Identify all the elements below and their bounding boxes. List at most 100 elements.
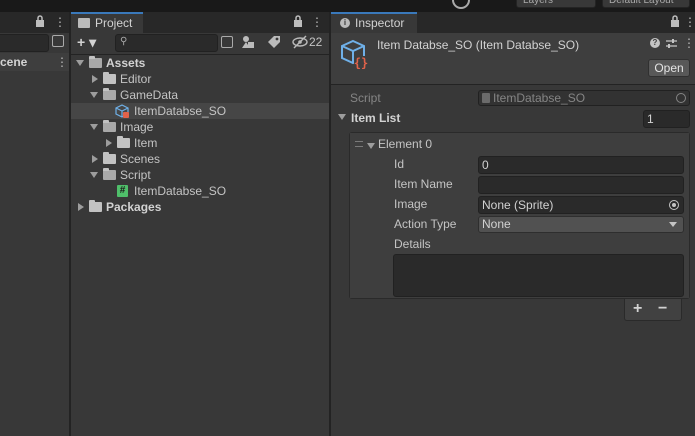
tree-item-gamedata[interactable]: GameData <box>71 87 329 103</box>
action-type-value: None <box>482 217 511 231</box>
expand-arrow-icon[interactable] <box>338 114 346 120</box>
script-field: ItemDatabse_SO <box>478 90 690 106</box>
expand-arrow-icon[interactable] <box>92 155 98 163</box>
scene-header-row[interactable]: cene ⋮ <box>0 53 69 71</box>
layout-dropdown[interactable]: Default Layout <box>602 0 690 8</box>
expand-arrow-icon[interactable] <box>90 92 98 98</box>
tree-item-packages[interactable]: Packages <box>71 199 329 215</box>
hidden-count: 22 <box>309 35 323 49</box>
object-picker-icon <box>676 93 686 103</box>
add-element-button[interactable]: + <box>633 299 642 319</box>
tree-item-script-file[interactable]: # ItemDatabse_SO <box>71 183 329 199</box>
search-options-icon[interactable] <box>52 35 64 47</box>
image-object-value: None (Sprite) <box>482 198 554 212</box>
folder-icon <box>103 88 116 100</box>
dropdown-arrow-icon <box>669 222 677 227</box>
tab-project-label: Project <box>95 16 133 30</box>
item-name-label: Item Name <box>394 177 453 191</box>
tab-inspector-label: Inspector <box>355 16 405 30</box>
tab-project[interactable]: Project <box>71 12 143 33</box>
tree-item-assets[interactable]: Assets <box>71 55 329 71</box>
label-tag-icon[interactable] <box>267 35 281 49</box>
item-list-label[interactable]: Item List <box>351 109 400 127</box>
search-options-icon[interactable] <box>221 36 233 48</box>
scriptable-object-icon: {} <box>340 39 370 71</box>
expand-arrow-icon[interactable] <box>106 139 112 147</box>
script-field-value: ItemDatabse_SO <box>493 91 586 105</box>
element-row: Element 0 Id 0 Item Name Image None (Spr… <box>350 133 689 298</box>
expand-arrow-icon[interactable] <box>90 124 98 130</box>
hierarchy-search-input[interactable] <box>0 34 49 52</box>
tree-item-label: ItemDatabse_SO <box>134 104 227 118</box>
layers-dropdown[interactable]: Layers <box>516 0 596 8</box>
folder-icon <box>78 18 90 28</box>
tree-item-label: ItemDatabse_SO <box>134 184 227 198</box>
tree-item-label: Assets <box>106 56 146 70</box>
project-search-input[interactable]: ⚲ <box>115 34 218 52</box>
inspector-header: {} Item Databse_SO (Item Databse_SO) ? ⋮… <box>331 33 695 84</box>
help-icon[interactable]: ? <box>650 38 660 48</box>
id-input[interactable]: 0 <box>478 156 684 174</box>
folder-icon <box>103 72 116 84</box>
item-name-input[interactable] <box>478 176 684 194</box>
item-list-size-input[interactable]: 1 <box>643 110 690 128</box>
cs-script-icon: # <box>117 185 128 197</box>
scriptable-object-icon <box>115 104 129 118</box>
image-object-field[interactable]: None (Sprite) <box>478 196 684 214</box>
tree-item-label: Editor <box>120 72 152 86</box>
tree-item-image[interactable]: Image <box>71 119 329 135</box>
tree-item-scenes[interactable]: Scenes <box>71 151 329 167</box>
object-picker-icon[interactable] <box>669 200 679 210</box>
lock-icon[interactable] <box>34 15 46 30</box>
lock-icon[interactable] <box>669 15 681 30</box>
header-divider <box>331 84 695 85</box>
action-type-label: Action Type <box>394 217 457 231</box>
tree-item-editor[interactable]: Editor <box>71 71 329 87</box>
details-label: Details <box>394 237 431 251</box>
inspector-title: Item Databse_SO (Item Databse_SO) <box>377 38 580 52</box>
details-textarea[interactable] <box>393 254 684 297</box>
tree-item-label: GameData <box>120 88 179 102</box>
tab-inspector[interactable]: i Inspector <box>331 12 417 33</box>
lock-icon[interactable] <box>292 15 304 30</box>
cs-script-icon <box>482 93 490 103</box>
action-type-dropdown[interactable]: None <box>478 216 684 233</box>
tree-item-item-database[interactable]: ItemDatabse_SO <box>71 103 329 119</box>
expand-arrow-icon[interactable] <box>78 203 84 211</box>
expand-arrow-icon[interactable] <box>92 75 98 83</box>
tree-item-label: Item <box>134 136 158 150</box>
drag-handle-icon[interactable] <box>355 141 363 147</box>
folder-icon <box>89 56 102 68</box>
remove-element-button[interactable]: − <box>658 299 667 319</box>
search-icon: ⚲ <box>120 36 128 47</box>
element-label[interactable]: Element 0 <box>378 135 432 153</box>
hidden-eye-icon[interactable] <box>292 35 308 49</box>
create-button[interactable]: + ▾ <box>77 34 105 50</box>
hierarchy-panel: ⋮ cene ⋮ <box>0 12 69 436</box>
kebab-menu-icon[interactable]: ⋮ <box>56 55 68 69</box>
tree-item-item[interactable]: Item <box>71 135 329 151</box>
kebab-menu-icon[interactable]: ⋮ <box>684 15 695 29</box>
list-footer: + − <box>624 299 682 321</box>
kebab-menu-icon[interactable]: ⋮ <box>54 15 66 29</box>
folder-icon <box>103 152 116 164</box>
script-label: Script <box>350 91 381 105</box>
open-button[interactable]: Open <box>648 59 690 77</box>
expand-arrow-icon[interactable] <box>90 172 98 178</box>
kebab-menu-icon[interactable]: ⋮ <box>683 36 695 50</box>
expand-arrow-icon[interactable] <box>367 143 375 149</box>
filter-type-icon[interactable] <box>241 35 255 49</box>
expand-arrow-icon[interactable] <box>76 60 84 66</box>
kebab-menu-icon[interactable]: ⋮ <box>311 15 323 29</box>
tree-item-script[interactable]: Script <box>71 167 329 183</box>
inspector-panel: i Inspector ⋮ {} Item Databse_SO (Item D… <box>331 12 695 436</box>
tree-item-label: Image <box>120 120 154 134</box>
folder-icon <box>103 120 116 132</box>
list-box: Element 0 Id 0 Item Name Image None (Spr… <box>349 132 690 299</box>
tree-item-label: Packages <box>106 200 162 214</box>
folder-icon <box>89 200 102 212</box>
folder-icon <box>103 168 116 180</box>
account-icon[interactable] <box>452 0 470 9</box>
scene-header-label: cene <box>0 55 28 69</box>
preset-icon[interactable] <box>666 38 677 49</box>
